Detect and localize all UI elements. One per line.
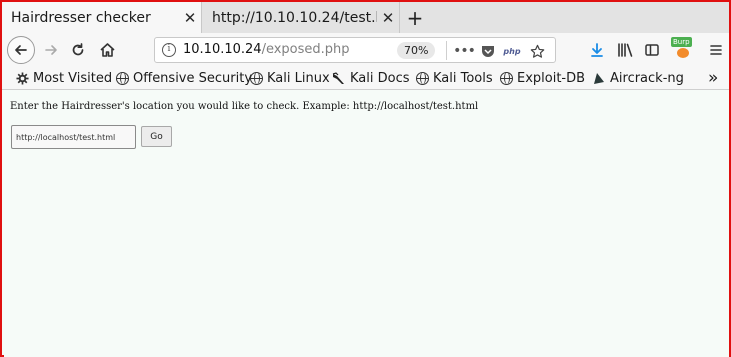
url-path: /exposed.php	[261, 42, 350, 57]
close-tab-icon[interactable]: ✕	[377, 9, 399, 27]
forward-arrow-icon	[45, 45, 57, 55]
close-tab-icon[interactable]: ✕	[179, 9, 201, 27]
reload-button[interactable]	[68, 40, 88, 60]
browser-window: Hairdresser checker ✕ http://10.10.10.24…	[0, 0, 731, 357]
tab-strip: Hairdresser checker ✕ http://10.10.10.24…	[2, 2, 729, 33]
url-separator	[446, 41, 447, 60]
home-button[interactable]	[97, 40, 117, 60]
menu-button[interactable]	[706, 40, 726, 60]
home-icon	[99, 43, 115, 57]
url-text[interactable]: 10.10.10.24/exposed.php	[183, 42, 350, 57]
new-tab-button[interactable]: +	[403, 2, 427, 33]
tab-hairdresser-checker[interactable]: Hairdresser checker ✕	[2, 2, 202, 33]
bookmark-label: Kali Tools	[433, 70, 493, 86]
bookmark-star-icon[interactable]	[529, 42, 545, 60]
bookmark-label: Kali Linux	[267, 70, 330, 86]
bookmark-kali-linux[interactable]: Kali Linux	[249, 69, 330, 87]
library-icon	[617, 43, 632, 57]
burp-proxy-button[interactable]: Burp	[671, 37, 697, 61]
bookmark-exploit-db[interactable]: Exploit-DB	[499, 69, 585, 87]
bookmark-kali-docs[interactable]: Kali Docs	[332, 69, 410, 87]
site-info-icon[interactable]: i	[162, 43, 176, 57]
globe-icon	[415, 71, 429, 85]
nav-bar: i 10.10.10.24/exposed.php 70% ••• php Bu…	[2, 33, 729, 66]
bookmark-label: Aircrack-ng	[610, 70, 684, 86]
bookmark-most-visited[interactable]: Most Visited	[15, 69, 112, 87]
url-host: 10.10.10.24	[183, 42, 262, 57]
globe-icon	[249, 71, 263, 85]
forward-button[interactable]	[41, 40, 61, 60]
back-button[interactable]	[7, 36, 35, 64]
go-button[interactable]: Go	[141, 126, 172, 147]
sidebar-button[interactable]	[642, 40, 662, 60]
bookmark-offensive-security[interactable]: Offensive Security	[115, 69, 252, 87]
globe-icon	[499, 71, 513, 85]
location-url-input[interactable]	[11, 125, 136, 149]
bookmarks-overflow-button[interactable]: »	[708, 68, 718, 88]
globe-icon	[115, 71, 129, 85]
kali-dragon-icon	[332, 71, 346, 85]
bookmark-aircrack-ng[interactable]: Aircrack-ng	[592, 69, 684, 87]
bookmark-label: Offensive Security	[133, 70, 253, 86]
url-bar[interactable]: i 10.10.10.24/exposed.php 70% ••• php	[154, 37, 556, 63]
bookmark-kali-tools[interactable]: Kali Tools	[415, 69, 493, 87]
downloads-button[interactable]	[587, 40, 607, 60]
zoom-level-indicator[interactable]: 70%	[397, 42, 436, 59]
bookmark-label: Exploit-DB	[517, 70, 586, 86]
bookmark-label: Most Visited	[33, 70, 113, 86]
hamburger-menu-icon	[710, 45, 722, 55]
pocket-icon[interactable]	[480, 42, 496, 60]
bookmark-label: Kali Docs	[350, 70, 410, 86]
burp-badge: Burp	[671, 37, 692, 47]
reload-icon	[72, 43, 84, 56]
gear-icon	[15, 71, 29, 85]
back-arrow-icon	[15, 45, 27, 55]
download-icon	[591, 43, 603, 57]
burp-icon	[677, 48, 689, 58]
aircrack-icon	[592, 71, 606, 85]
location-prompt: Enter the Hairdresser's location you wou…	[10, 101, 479, 112]
sidebar-icon	[645, 44, 659, 56]
page-actions-icon[interactable]: •••	[453, 42, 476, 60]
library-button[interactable]	[615, 40, 635, 60]
page-content: Enter the Hairdresser's location you wou…	[4, 91, 729, 357]
tab-title: http://10.10.10.24/test.html	[212, 9, 377, 26]
bookmarks-toolbar: Most Visited Offensive Security Kali Lin…	[2, 66, 729, 90]
tab-title: Hairdresser checker	[11, 9, 151, 26]
php-extension-icon[interactable]: php	[502, 42, 522, 60]
tab-test-html[interactable]: http://10.10.10.24/test.html ✕	[203, 2, 400, 33]
